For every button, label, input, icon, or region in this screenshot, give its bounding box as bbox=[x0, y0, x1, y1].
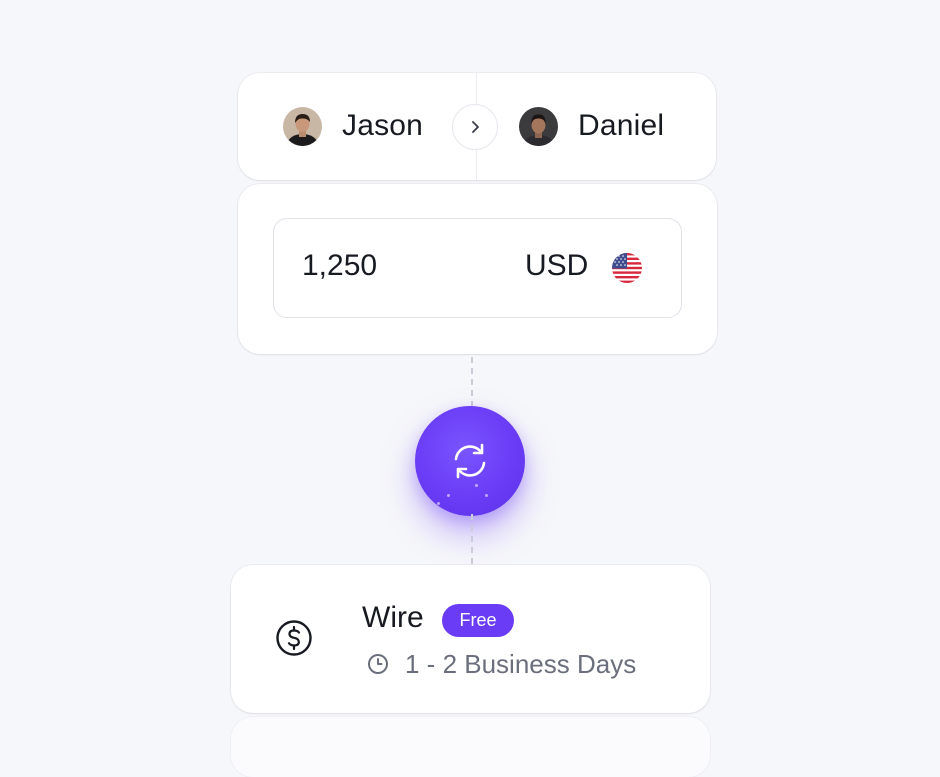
sender-name: Jason bbox=[342, 109, 424, 142]
direction-arrow-button[interactable] bbox=[452, 104, 498, 150]
connector-line-bottom bbox=[471, 514, 473, 564]
sparkle bbox=[447, 494, 450, 497]
us-flag-icon bbox=[612, 253, 642, 283]
recipient-name: Daniel bbox=[578, 109, 665, 142]
connector-line-top bbox=[471, 357, 473, 407]
amount-value: 1,250 bbox=[302, 249, 378, 282]
sender-avatar bbox=[283, 106, 322, 146]
swap-button[interactable] bbox=[415, 406, 525, 516]
chevron-right-icon bbox=[472, 121, 479, 133]
next-method-card[interactable] bbox=[231, 717, 710, 777]
amount-card: 1,250 USD bbox=[238, 184, 717, 354]
transfer-contacts-card: Jason Daniel bbox=[238, 73, 716, 180]
recipient[interactable]: Daniel bbox=[519, 106, 664, 146]
free-badge: Free bbox=[442, 604, 514, 637]
sparkle bbox=[437, 502, 440, 505]
dollar-icon bbox=[275, 619, 313, 657]
recipient-avatar bbox=[519, 106, 558, 146]
clock-icon bbox=[366, 652, 390, 676]
sparkle bbox=[485, 494, 488, 497]
transfer-method-card[interactable]: Wire Free 1 - 2 Business Days bbox=[231, 565, 710, 713]
amount-input[interactable]: 1,250 USD bbox=[273, 218, 682, 318]
method-title: Wire bbox=[362, 601, 424, 634]
sender[interactable]: Jason bbox=[283, 106, 423, 146]
refresh-icon bbox=[454, 443, 486, 479]
method-eta: 1 - 2 Business Days bbox=[405, 649, 637, 679]
sparkle bbox=[475, 484, 478, 487]
currency-selector[interactable]: USD bbox=[525, 249, 588, 283]
